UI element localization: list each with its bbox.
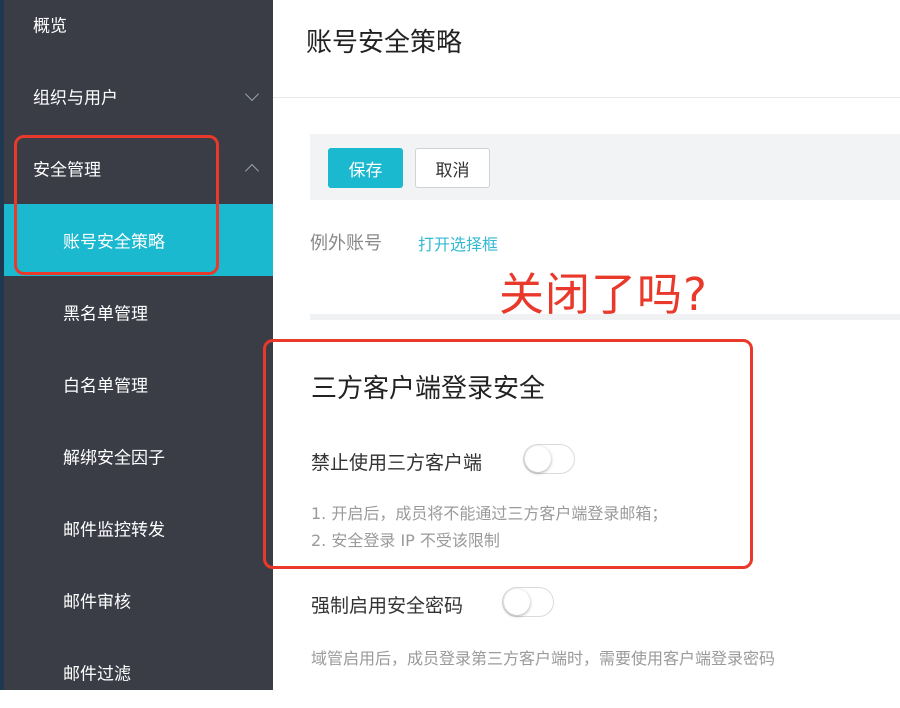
main-content: 账号安全策略 保存 取消 例外账号 打开选择框 关闭了吗? 三方客户端登录安全 … [273, 0, 900, 690]
sidebar: 概览 组织与用户 安全管理 账号安全策略 黑名单管理 白名单管理 解绑安全因子 … [4, 0, 273, 690]
section-divider [310, 314, 900, 320]
sidebar-item-label: 概览 [33, 16, 67, 37]
disable-third-party-client-label: 禁止使用三方客户端 [311, 452, 483, 474]
force-security-password-label: 强制启用安全密码 [311, 595, 464, 617]
sidebar-item-whitelist[interactable]: 白名单管理 [4, 348, 273, 420]
open-selector-link[interactable]: 打开选择框 [418, 231, 498, 255]
sidebar-item-label: 邮件监控转发 [63, 520, 165, 541]
chevron-down-icon [244, 86, 260, 102]
save-button[interactable]: 保存 [328, 148, 403, 188]
sidebar-item-overview[interactable]: 概览 [4, 0, 273, 60]
header-divider [273, 97, 900, 98]
sidebar-item-label: 解绑安全因子 [63, 448, 165, 469]
sidebar-item-account-security-policy[interactable]: 账号安全策略 [4, 204, 273, 276]
toggle2-description: 域管启用后，成员登录第三方客户端时，需要使用客户端登录密码 [311, 649, 776, 668]
sidebar-item-label: 账号安全策略 [63, 232, 165, 253]
sidebar-item-mail-monitor[interactable]: 邮件监控转发 [4, 492, 273, 564]
sidebar-item-label: 组织与用户 [33, 88, 118, 109]
page-title: 账号安全策略 [306, 28, 463, 58]
toggle-knob [525, 446, 551, 472]
chevron-up-icon [244, 163, 260, 179]
toolbar: 保存 取消 [310, 134, 900, 200]
sidebar-item-mail-filter[interactable]: 邮件过滤 [4, 636, 273, 708]
section-title: 三方客户端登录安全 [311, 374, 546, 404]
sidebar-item-org-users[interactable]: 组织与用户 [4, 60, 273, 132]
cancel-button[interactable]: 取消 [415, 148, 490, 188]
sidebar-item-unbind-factor[interactable]: 解绑安全因子 [4, 420, 273, 492]
exception-account-label: 例外账号 [310, 233, 382, 254]
sidebar-item-label: 邮件过滤 [63, 664, 131, 685]
toggle1-description-line1: 1. 开启后，成员将不能通过三方客户端登录邮箱； [311, 504, 668, 523]
disable-third-party-client-toggle[interactable] [523, 444, 575, 474]
sidebar-item-label: 安全管理 [33, 160, 101, 181]
toggle-knob [504, 589, 530, 615]
sidebar-item-label: 邮件审核 [63, 592, 131, 613]
sidebar-item-security[interactable]: 安全管理 [4, 132, 273, 204]
sidebar-item-label: 黑名单管理 [63, 304, 148, 325]
sidebar-item-blacklist[interactable]: 黑名单管理 [4, 276, 273, 348]
sidebar-item-label: 白名单管理 [63, 376, 148, 397]
toggle1-description-line2: 2. 安全登录 IP 不受该限制 [311, 531, 500, 550]
sidebar-item-mail-review[interactable]: 邮件审核 [4, 564, 273, 636]
force-security-password-toggle[interactable] [502, 587, 554, 617]
